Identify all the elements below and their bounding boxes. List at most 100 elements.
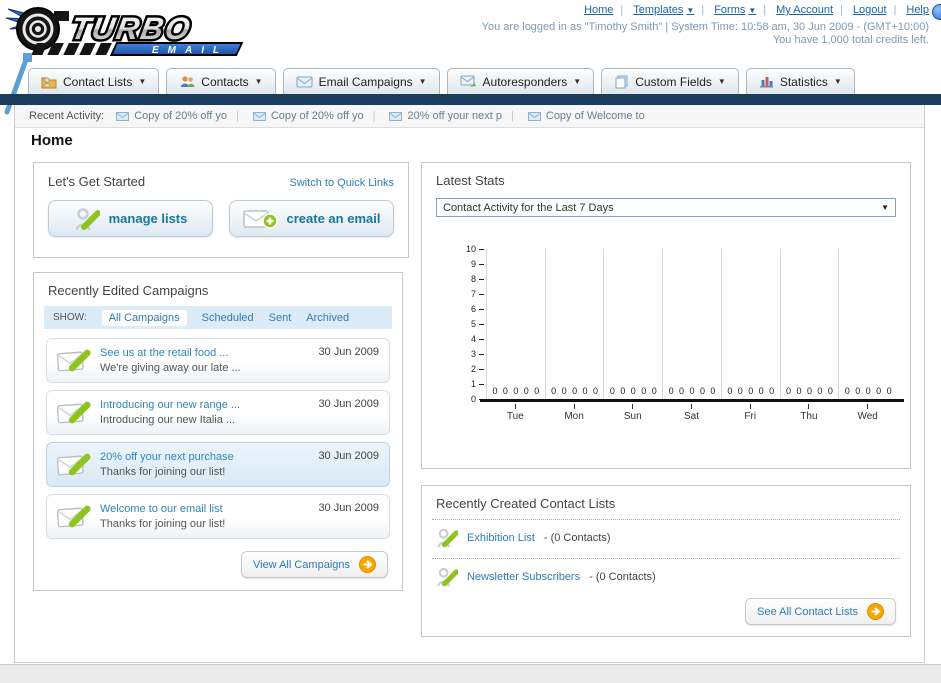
y-tick-label: 5 <box>471 319 484 329</box>
manage-lists-button[interactable]: manage lists <box>48 200 213 237</box>
chevron-down-icon: ▼ <box>881 203 889 212</box>
help-bubble-icon[interactable] <box>932 4 941 20</box>
chart-value-label: 0 <box>758 386 764 396</box>
campaign-subtitle: We're giving away our late ... <box>100 361 241 374</box>
contact-list-item[interactable]: Exhibition List - (0 Contacts) <box>422 520 910 556</box>
campaigns-title: Recently Edited Campaigns <box>48 283 209 298</box>
campaign-row[interactable]: Introducing our new range ... Introducin… <box>46 390 390 435</box>
tab-contacts[interactable]: Contacts ▼ <box>166 68 276 94</box>
tab-label: Email Campaigns <box>318 74 413 89</box>
campaign-list: See us at the retail food ... We're givi… <box>34 329 402 539</box>
chevron-down-icon: ▼ <box>138 77 147 86</box>
chart-value-label: 0 <box>699 386 705 396</box>
campaign-date: 30 Jun 2009 <box>318 450 379 462</box>
chart-value-label: 0 <box>502 386 508 396</box>
y-tick-label: 10 <box>466 244 484 254</box>
campaign-filter-bar: SHOW: All Campaigns Scheduled Sent Archi… <box>44 306 392 329</box>
tab-autoresponders[interactable]: Autoresponders ▼ <box>446 68 595 94</box>
nav-link-my-account[interactable]: My Account <box>756 4 833 16</box>
tab-label: Autoresponders <box>482 74 568 89</box>
nav-link-templates[interactable]: Templates▼ <box>613 4 694 16</box>
contact-activity-chart: 10 9 8 7 6 5 4 3 2 1 0 000000000000000000000000000… <box>422 241 912 538</box>
y-tick-label: 1 <box>471 379 484 389</box>
filter-scheduled[interactable]: Scheduled <box>202 312 254 324</box>
campaign-row[interactable]: Welcome to our email list Thanks for joi… <box>46 494 390 539</box>
tab-email-campaigns[interactable]: Email Campaigns ▼ <box>282 68 440 94</box>
chart-value-label: 0 <box>817 386 823 396</box>
chart-value-label: 0 <box>609 386 615 396</box>
x-axis-label: Sat <box>662 404 721 422</box>
recent-activity-item[interactable]: Copy of 20% off yo <box>227 110 364 122</box>
contact-list-item[interactable]: Newsletter Subscribers - (0 Contacts) <box>422 559 910 595</box>
page-title: Home <box>31 132 73 149</box>
chevron-down-icon: ▼ <box>254 77 263 86</box>
campaign-row[interactable]: See us at the retail food ... We're givi… <box>46 338 390 383</box>
show-label: SHOW: <box>53 312 87 323</box>
nav-link-logout[interactable]: Logout <box>833 4 887 16</box>
campaign-title-link[interactable]: 20% off your next purchase <box>100 450 234 465</box>
chevron-down-icon: ▼ <box>686 5 695 15</box>
logo-text-email: EMAIL <box>152 45 228 56</box>
campaign-date: 30 Jun 2009 <box>318 502 379 514</box>
filter-all-campaigns[interactable]: All Campaigns <box>101 309 187 326</box>
campaign-subtitle: Introducing our new Italia ... <box>100 413 236 426</box>
nav-link-forms[interactable]: Forms▼ <box>694 4 756 16</box>
chevron-down-icon: ▼ <box>573 77 582 86</box>
email-envelope-icon <box>296 76 313 87</box>
recent-activity-item[interactable]: Copy of Welcome to <box>502 110 645 122</box>
see-all-contact-lists-button[interactable]: See All Contact Lists <box>745 598 896 625</box>
nav-link-help[interactable]: Help <box>887 4 929 16</box>
chart-value-label: 0 <box>886 386 892 396</box>
main-nav-tabs: Contact Lists ▼ Contacts ▼ Email Campaig… <box>28 68 855 94</box>
create-email-label: create an email <box>286 211 381 226</box>
filter-sent[interactable]: Sent <box>269 312 292 324</box>
chart-value-label: 0 <box>827 386 833 396</box>
stats-dropdown[interactable]: Contact Activity for the Last 7 Days ▼ <box>436 198 896 217</box>
tab-label: Custom Fields <box>635 74 712 89</box>
chart-value-label: 0 <box>679 386 685 396</box>
x-axis-label: Thu <box>780 404 839 422</box>
switch-quick-links-link[interactable]: Switch to Quick Links <box>289 177 394 189</box>
chevron-down-icon: ▼ <box>717 77 726 86</box>
campaign-title-link[interactable]: See us at the retail food ... <box>100 346 241 361</box>
x-axis-label: Fri <box>721 404 780 422</box>
recent-activity-item[interactable]: Copy of 20% off yo <box>116 110 227 122</box>
envelope-icon <box>389 111 403 121</box>
turbo-logo-graphic: TURBO EMAIL <box>5 7 244 56</box>
recent-activity-item[interactable]: 20% off your next p <box>364 110 502 122</box>
turbo-email-logo[interactable]: TURBO EMAIL <box>4 2 244 63</box>
tab-custom-fields[interactable]: Custom Fields ▼ <box>601 68 739 94</box>
recent-activity-label: Recent Activity: <box>29 110 105 122</box>
nav-link-home[interactable]: Home <box>584 4 613 16</box>
chart-value-label: 0 <box>592 386 598 396</box>
statistics-bars-icon <box>759 77 773 88</box>
tab-label: Statistics <box>779 74 828 89</box>
tab-contact-lists[interactable]: Contact Lists ▼ <box>28 68 160 94</box>
view-all-campaigns-label: View All Campaigns <box>252 558 350 571</box>
tab-label: Contact Lists <box>63 74 133 89</box>
turbo-email-dashboard: TURBO EMAIL Home Templates▼ Forms▼ My Ac… <box>0 0 941 683</box>
tab-statistics[interactable]: Statistics ▼ <box>745 68 855 94</box>
campaign-row[interactable]: 20% off your next purchase Thanks for jo… <box>46 442 390 487</box>
chart-value-label: 0 <box>492 386 498 396</box>
create-email-button[interactable]: create an email <box>229 200 394 237</box>
filter-archived[interactable]: Archived <box>306 312 349 324</box>
chart-value-label: 0 <box>582 386 588 396</box>
chart-value-label: 0 <box>737 386 743 396</box>
contact-list-link[interactable]: Exhibition List <box>467 532 535 544</box>
view-all-campaigns-button[interactable]: View All Campaigns <box>240 551 388 578</box>
custom-fields-pages-icon <box>615 75 628 88</box>
chart-value-label: 0 <box>786 386 792 396</box>
envelope-pencil-icon <box>57 401 91 424</box>
contact-lists-panel: Recently Created Contact Lists Exhibitio… <box>421 485 911 637</box>
stats-dropdown-value: Contact Activity for the Last 7 Days <box>443 201 614 214</box>
chart-value-label: 0 <box>668 386 674 396</box>
chart-y-axis: 10 9 8 7 6 5 4 3 2 1 0 <box>448 244 484 404</box>
campaign-date: 30 Jun 2009 <box>318 346 379 358</box>
campaign-title-link[interactable]: Introducing our new range ... <box>100 398 240 413</box>
contact-list-link[interactable]: Newsletter Subscribers <box>467 571 580 583</box>
campaign-title-link[interactable]: Welcome to our email list <box>100 502 225 517</box>
contact-list-count: - (0 Contacts) <box>589 571 656 583</box>
chart-value-label: 0 <box>572 386 578 396</box>
person-pencil-icon <box>75 207 100 230</box>
